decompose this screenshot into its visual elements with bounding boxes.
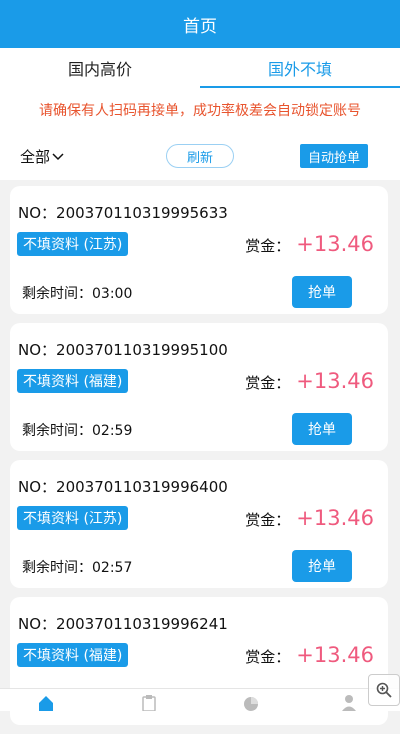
time-left: 剩余时间：02:57 <box>22 560 133 576</box>
tab-bar: 国内高价 国外不填 <box>0 48 400 88</box>
user-icon[interactable] <box>340 693 358 711</box>
order-number: NO：200370110319995633 <box>18 204 228 222</box>
bounty-value: +13.46 <box>296 369 374 393</box>
order-number: NO：200370110319995100 <box>18 341 228 359</box>
time-left: 剩余时间：02:59 <box>22 423 133 439</box>
bounty-value: +13.46 <box>296 506 374 530</box>
grab-button[interactable]: 抢单 <box>292 550 352 582</box>
bounty: 赏金： +13.46 <box>245 369 374 393</box>
time-left: 剩余时间：03:00 <box>22 286 133 302</box>
bounty-label: 赏金： <box>245 511 291 529</box>
auto-grab-button[interactable]: 自动抢单 <box>300 144 368 168</box>
clipboard-icon[interactable] <box>140 693 158 712</box>
notice-banner: 请确保有人扫码再接单，成功率极差会自动锁定账号 <box>0 88 400 132</box>
zoom-icon[interactable] <box>368 674 400 706</box>
refresh-button[interactable]: 刷新 <box>166 144 234 168</box>
order-tag: 不填资料 (江苏) <box>17 232 129 256</box>
app-header: 首页 <box>0 0 400 48</box>
bounty-value: +13.46 <box>296 232 374 256</box>
bounty: 赏金： +13.46 <box>245 643 374 667</box>
bounty-value: +13.46 <box>296 643 374 667</box>
order-card: NO：200370110319996400 不填资料 (江苏) 赏金： +13.… <box>10 460 388 588</box>
grab-button[interactable]: 抢单 <box>292 276 352 308</box>
page-title: 首页 <box>183 16 217 37</box>
filter-bar: 全部 刷新 自动抢单 <box>0 132 400 180</box>
order-list: NO：200370110319995633 不填资料 (江苏) 赏金： +13.… <box>10 186 390 734</box>
all-dropdown[interactable]: 全部 <box>20 146 64 167</box>
all-label: 全部 <box>20 148 51 166</box>
bottom-nav <box>0 688 400 712</box>
home-icon[interactable] <box>37 693 55 711</box>
order-number: NO：200370110319996241 <box>18 615 228 633</box>
bounty: 赏金： +13.46 <box>245 506 374 530</box>
bounty-label: 赏金： <box>245 237 291 255</box>
order-tag: 不填资料 (福建) <box>17 643 129 667</box>
chevron-down-icon <box>52 150 64 164</box>
order-tag: 不填资料 (江苏) <box>17 506 129 530</box>
order-tag: 不填资料 (福建) <box>17 369 129 393</box>
bounty-label: 赏金： <box>245 648 291 666</box>
order-card: NO：200370110319995633 不填资料 (江苏) 赏金： +13.… <box>10 186 388 314</box>
bounty-label: 赏金： <box>245 374 291 392</box>
tab-domestic[interactable]: 国内高价 <box>0 48 200 88</box>
pie-chart-icon[interactable] <box>242 693 260 711</box>
bounty: 赏金： +13.46 <box>245 232 374 256</box>
order-number: NO：200370110319996400 <box>18 478 228 496</box>
grab-button[interactable]: 抢单 <box>292 413 352 445</box>
order-card: NO：200370110319995100 不填资料 (福建) 赏金： +13.… <box>10 323 388 451</box>
tab-overseas[interactable]: 国外不填 <box>200 48 400 88</box>
